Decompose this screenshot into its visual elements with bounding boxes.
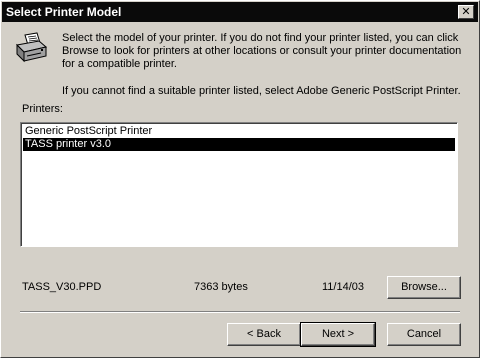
- title-bar: Select Printer Model ✕: [2, 2, 478, 22]
- instruction-paragraph-2: If you cannot find a suitable printer li…: [62, 85, 461, 97]
- cancel-button[interactable]: Cancel: [387, 323, 461, 346]
- printers-listbox[interactable]: Generic PostScript Printer TASS printer …: [20, 122, 458, 247]
- printer-icon: [15, 32, 48, 63]
- printers-label: Printers:: [22, 103, 63, 115]
- instruction-paragraph-1: Select the model of your printer. If you…: [62, 32, 462, 70]
- printer-item-tass-v3[interactable]: TASS printer v3.0: [23, 138, 455, 151]
- ppd-filename: TASS_V30.PPD: [22, 281, 102, 293]
- window-title: Select Printer Model: [6, 5, 122, 19]
- close-icon: ✕: [461, 5, 471, 18]
- next-button[interactable]: Next >: [300, 322, 376, 347]
- back-button[interactable]: < Back: [227, 323, 301, 346]
- instructions: Select the model of your printer. If you…: [62, 32, 462, 98]
- ppd-file-size: 7363 bytes: [194, 281, 248, 293]
- printer-item-generic-postscript[interactable]: Generic PostScript Printer: [23, 125, 455, 138]
- close-button[interactable]: ✕: [458, 5, 474, 19]
- button-separator: [20, 311, 460, 313]
- ppd-file-info: TASS_V30.PPD 7363 bytes 11/14/03: [20, 276, 378, 298]
- select-printer-model-dialog: Select Printer Model ✕ Select the model …: [0, 0, 480, 358]
- ppd-file-date: 11/14/03: [321, 281, 364, 293]
- browse-button[interactable]: Browse...: [387, 276, 461, 299]
